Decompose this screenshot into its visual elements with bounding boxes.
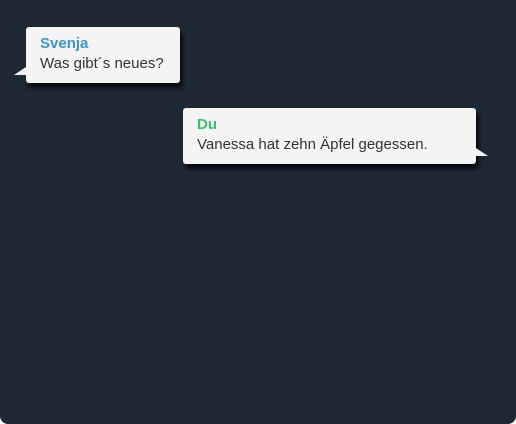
message-bubble-outgoing: Du Vanessa hat zehn Äpfel gegessen. [183,108,488,164]
message-text: Vanessa hat zehn Äpfel gegessen. [197,136,428,153]
message-bubble-incoming: Svenja Was gibt´s neues? [14,27,180,83]
bubble-tail [14,67,26,75]
chat-panel: Svenja Was gibt´s neues? Du Vanessa hat … [0,0,516,424]
bubble-tail [476,148,488,156]
message-sender: Du [197,116,217,133]
message-sender: Svenja [40,35,89,52]
message-text: Was gibt´s neues? [40,55,164,72]
